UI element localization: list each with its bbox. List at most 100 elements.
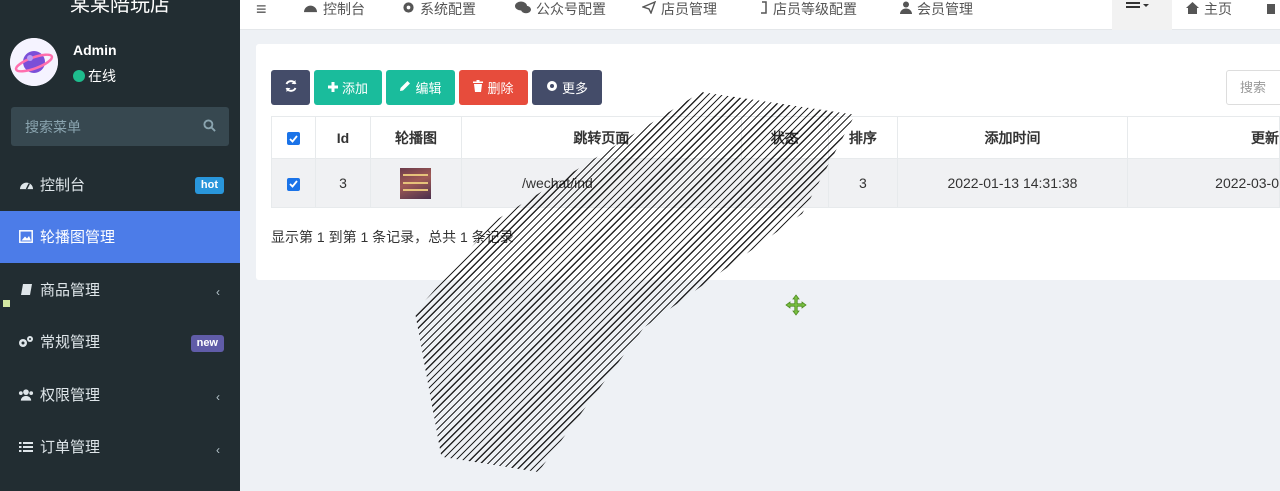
move-cursor-icon [785, 294, 807, 316]
select-all-cell[interactable] [271, 116, 316, 159]
brand-title[interactable]: 某某陪玩店 [0, 0, 240, 20]
image-icon [18, 229, 34, 245]
cell-url: /wechat/ind [460, 158, 742, 208]
column-header-updated[interactable]: 更新 [1126, 116, 1280, 159]
refresh-icon [284, 79, 298, 96]
avatar[interactable] [10, 38, 58, 86]
column-header-image[interactable]: 轮播图 [370, 116, 462, 159]
table-search-input[interactable] [1226, 70, 1280, 105]
tab-wechat-config[interactable]: 公众号配置 [515, 0, 606, 24]
sidebar: 某某陪玩店 Admin 在线 控制台 hot [0, 0, 240, 491]
plus-icon [327, 80, 338, 95]
home-link[interactable]: 主页 [1186, 0, 1232, 24]
list-icon [18, 439, 34, 455]
delete-button[interactable]: 删除 [459, 70, 528, 105]
online-dot-icon [73, 70, 85, 82]
chevron-left-icon: ‹ [216, 285, 220, 299]
cell-created: 2022-01-13 14:31:38 [896, 158, 1128, 208]
more-label: 更多 [561, 81, 588, 96]
chevron-left-icon: ‹ [216, 442, 220, 457]
gear-icon [546, 80, 558, 95]
tab-label: 店员管理 [661, 1, 717, 17]
column-header-created[interactable]: 添加时间 [896, 116, 1128, 159]
sidebar-item-banner[interactable]: 轮播图管理 [0, 210, 240, 263]
chevron-left-icon: ‹ [216, 390, 220, 404]
side-marker [3, 300, 10, 307]
sidebar-item-label: 控制台 [40, 176, 86, 194]
user-icon [900, 0, 912, 19]
home-label: 主页 [1204, 1, 1232, 17]
tab-dashboard[interactable]: 控制台 [303, 0, 365, 24]
add-label: 添加 [341, 81, 368, 96]
tab-system-config[interactable]: 系统配置 [402, 0, 476, 24]
gears-icon [18, 334, 34, 350]
row-select-cell[interactable] [271, 158, 316, 208]
delete-label: 删除 [487, 81, 514, 96]
cell-image[interactable] [370, 158, 462, 208]
more-button[interactable]: 更多 [532, 70, 602, 105]
tab-members[interactable]: 会员管理 [900, 0, 973, 24]
sidebar-item-label: 订单管理 [40, 439, 101, 457]
edit-button[interactable]: 编辑 [386, 70, 455, 105]
trash-button[interactable] [1266, 0, 1276, 24]
sidebar-item-label: 轮播图管理 [40, 229, 116, 247]
user-status-label: 在线 [88, 68, 116, 84]
tab-staff-level[interactable]: 店员等级配置 [760, 0, 857, 24]
tab-label: 控制台 [323, 1, 365, 17]
sidebar-item-general[interactable]: 常规管理 new [0, 316, 240, 369]
user-panel: Admin 在线 [10, 38, 230, 90]
column-header-id[interactable]: Id [314, 116, 372, 159]
level-icon [760, 0, 768, 19]
edit-label: 编辑 [415, 81, 442, 96]
top-nav: ≡ 控制台 系统配置 公众号配置 店员管理 店员等级配置 会员管理 主页 [240, 0, 1280, 30]
sidebar-search-input[interactable] [11, 107, 191, 146]
refresh-button[interactable] [271, 70, 310, 105]
sidebar-item-label: 权限管理 [40, 386, 101, 404]
list-icon [1126, 0, 1150, 14]
cell-id: 3 [314, 158, 372, 208]
sidebar-item-label: 常规管理 [40, 334, 101, 352]
column-header-url[interactable]: 跳转页面 [460, 116, 742, 159]
row-checkbox[interactable] [286, 177, 300, 191]
sidebar-item-orders[interactable]: 订单管理 ‹ [0, 421, 240, 474]
trash-icon [473, 80, 484, 95]
user-status: 在线 [73, 66, 116, 86]
tab-label: 公众号配置 [536, 1, 606, 17]
tab-label: 店员等级配置 [773, 1, 857, 17]
select-all-checkbox[interactable] [286, 132, 300, 146]
pencil-icon [399, 80, 411, 95]
new-badge: new [190, 334, 224, 352]
add-button[interactable]: 添加 [314, 70, 382, 105]
hot-badge: hot [194, 177, 224, 194]
menu-dropdown-button[interactable] [1112, 0, 1172, 30]
search-icon[interactable] [203, 119, 216, 135]
tab-label: 会员管理 [917, 1, 973, 17]
banner-table: Id 轮播图 跳转页面 状态 排序 添加时间 更新 3 /wechat/ind … [271, 116, 1280, 208]
book-icon [18, 281, 34, 297]
table-row[interactable]: 3 /wechat/ind 3 2022-01-13 14:31:38 2022… [271, 158, 1280, 208]
group-icon [18, 386, 34, 402]
banner-thumbnail[interactable] [400, 167, 432, 199]
gear-icon [402, 0, 415, 19]
sidebar-menu: 控制台 hot 轮播图管理 商品管理 ‹ 常规管理 new 权限管理 ‹ 订单管… [0, 158, 240, 473]
column-header-sort[interactable]: 排序 [827, 116, 898, 159]
table-header-row: Id 轮播图 跳转页面 状态 排序 添加时间 更新 [271, 116, 1280, 159]
send-icon [641, 0, 657, 19]
pagination-summary: 显示第 1 到第 1 条记录，总共 1 条记录 [271, 229, 514, 245]
sidebar-item-permissions[interactable]: 权限管理 ‹ [0, 368, 240, 421]
tab-staff[interactable]: 店员管理 [641, 0, 717, 24]
tab-label: 系统配置 [420, 1, 476, 17]
cell-status [740, 158, 829, 208]
sidebar-search [11, 107, 229, 146]
sidebar-item-dashboard[interactable]: 控制台 hot [0, 158, 240, 211]
wechat-icon [515, 0, 531, 19]
user-name: Admin [73, 42, 117, 58]
sidebar-toggle-icon[interactable]: ≡ [256, 0, 267, 24]
sidebar-item-products[interactable]: 商品管理 ‹ [0, 263, 240, 316]
sidebar-item-label: 商品管理 [40, 281, 101, 299]
home-icon [1186, 0, 1199, 19]
dashboard-icon [18, 176, 34, 192]
column-header-status[interactable]: 状态 [740, 116, 829, 159]
trash-icon [1266, 0, 1276, 19]
cell-updated: 2022-03-0 [1126, 158, 1280, 208]
